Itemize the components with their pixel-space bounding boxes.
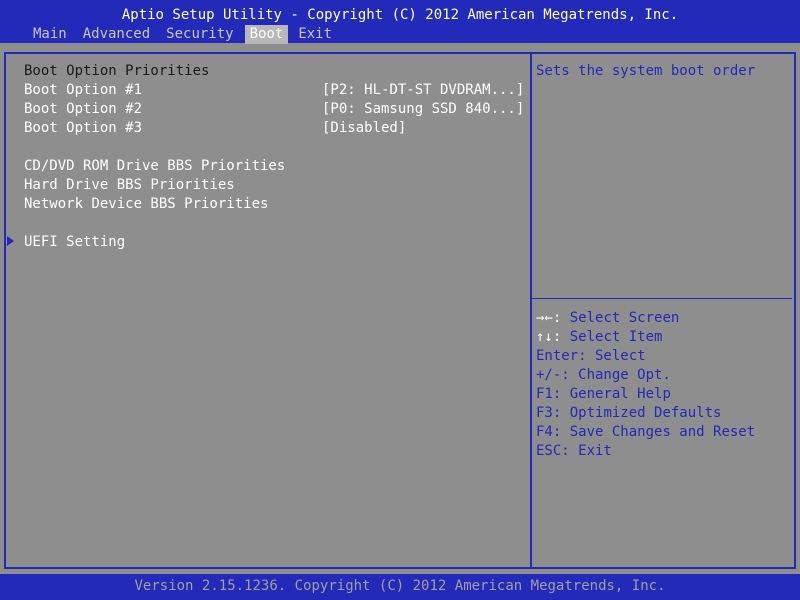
boot-option-2-label[interactable]: Boot Option #2 <box>24 100 142 119</box>
network-device-bbs-priorities[interactable]: Network Device BBS Priorities <box>24 195 268 214</box>
uefi-setting-submenu[interactable]: UEFI Setting <box>24 233 125 252</box>
help-key-f4: F4: Save Changes and Reset <box>536 424 756 440</box>
help-key-f3: F3: Optimized Defaults <box>536 405 722 421</box>
help-key-select-screen: →←: Select Screen <box>536 310 680 326</box>
help-key-f1: F1: General Help <box>536 386 671 402</box>
tab-boot[interactable]: Boot <box>244 25 289 44</box>
help-key-esc: ESC: Exit <box>536 443 612 459</box>
hard-drive-bbs-priorities[interactable]: Hard Drive BBS Priorities <box>24 176 235 195</box>
window-title: Aptio Setup Utility - Copyright (C) 2012… <box>121 7 679 23</box>
arrows-left-right-icon: →←: <box>536 310 562 326</box>
help-description: Sets the system boot order <box>536 63 756 79</box>
tab-security[interactable]: Security <box>166 25 233 44</box>
help-key-select-item: ↑↓: Select Item <box>536 329 663 345</box>
tab-main[interactable]: Main <box>33 25 67 44</box>
help-separator <box>532 298 792 299</box>
tab-bar: Main Advanced Security Boot Exit <box>33 25 348 44</box>
version-text: Version 2.15.1236. Copyright (C) 2012 Am… <box>134 578 666 594</box>
panel-divider <box>530 52 532 569</box>
arrows-up-down-icon: ↑↓: <box>536 329 562 345</box>
triangle-right-icon <box>7 236 14 246</box>
help-key-enter: Enter: Select <box>536 348 646 364</box>
boot-option-3-value[interactable]: [Disabled] <box>322 119 406 138</box>
boot-option-1-value[interactable]: [P2: HL-DT-ST DVDRAM...] <box>322 81 524 100</box>
help-key-change-opt: +/-: Change Opt. <box>536 367 671 383</box>
tab-exit[interactable]: Exit <box>298 25 332 44</box>
tab-advanced[interactable]: Advanced <box>83 25 150 44</box>
boot-option-3-label[interactable]: Boot Option #3 <box>24 119 142 138</box>
section-title: Boot Option Priorities <box>24 63 210 79</box>
boot-option-1-label[interactable]: Boot Option #1 <box>24 81 142 100</box>
cd-dvd-bbs-priorities[interactable]: CD/DVD ROM Drive BBS Priorities <box>24 157 285 176</box>
boot-option-2-value[interactable]: [P0: Samsung SSD 840...] <box>322 100 524 119</box>
